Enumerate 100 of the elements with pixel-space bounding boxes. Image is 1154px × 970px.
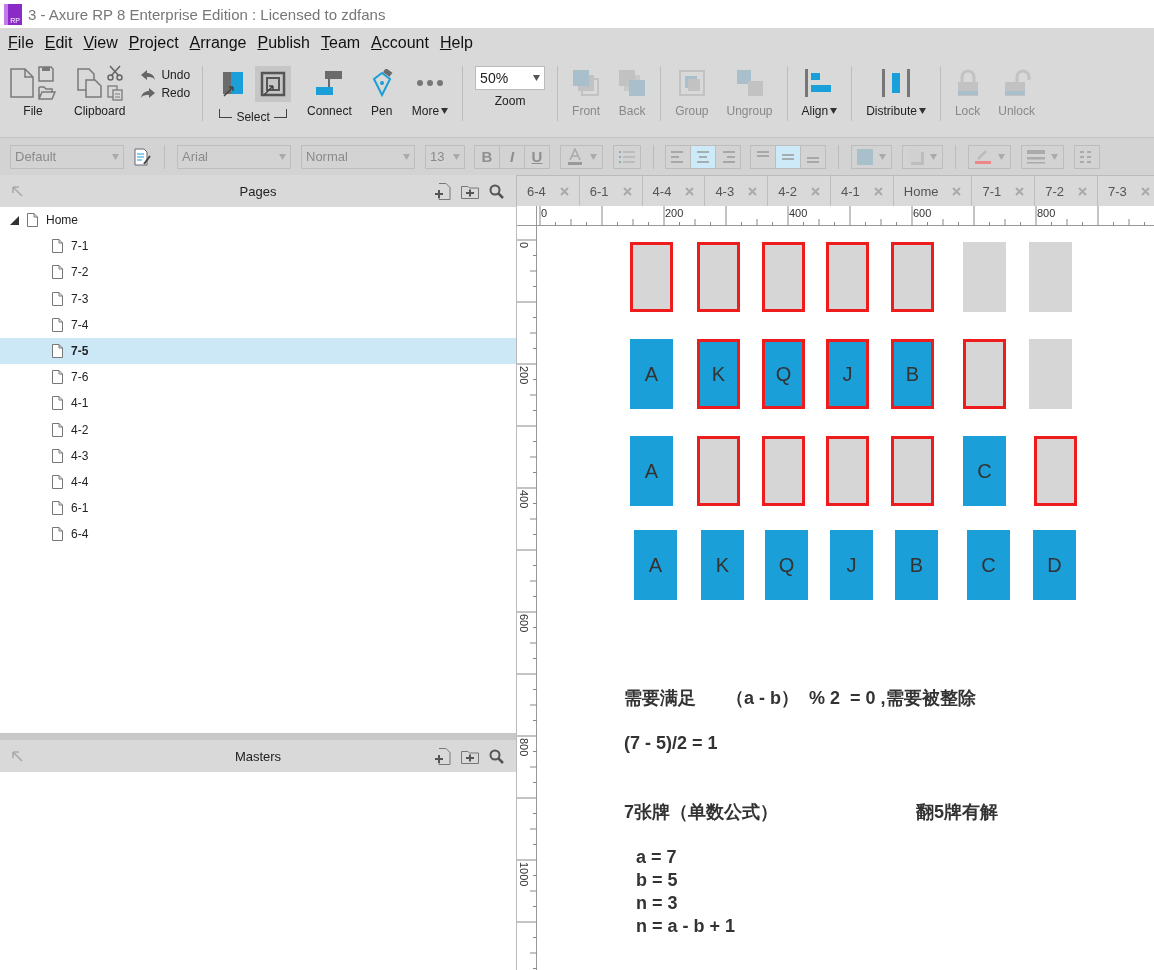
page-tree-item[interactable]: 4-2 [0, 416, 516, 443]
page-tree-item[interactable]: 7-3 [0, 285, 516, 312]
center-align-button[interactable] [690, 144, 716, 169]
menu-item[interactable]: Edit [44, 34, 82, 52]
close-icon[interactable] [685, 186, 695, 196]
redo-arrow-icon [141, 87, 156, 99]
page-icon [52, 317, 63, 332]
add-folder-icon[interactable] [461, 748, 479, 764]
page-icon [52, 239, 63, 254]
collapse-arrow-icon[interactable] [12, 185, 23, 197]
page-tree-item[interactable]: 7-1 [0, 233, 516, 260]
fill-color-button[interactable] [851, 144, 892, 169]
menu-item[interactable]: Arrange [189, 34, 256, 52]
open-folder-icon [38, 86, 56, 100]
ruler-label: 400 [789, 207, 808, 219]
more-button[interactable]: More [409, 66, 451, 118]
page-icon [52, 422, 63, 437]
expand-triangle-icon[interactable] [10, 215, 19, 225]
page-tree-item[interactable]: 7-2 [0, 259, 516, 286]
align-middle-icon [780, 153, 796, 160]
distribute-button[interactable]: Distribute [864, 66, 928, 118]
ruler-label: 0 [541, 207, 548, 219]
close-icon[interactable] [1140, 186, 1150, 196]
distribute-icon [881, 69, 912, 97]
bullet-list-button[interactable] [613, 144, 641, 169]
formula-line: b = 5 [636, 869, 679, 892]
menu-item[interactable]: Account [371, 34, 438, 52]
page-tree-item[interactable]: 4-3 [0, 442, 516, 469]
page-tree-item[interactable]: 6-4 [0, 521, 516, 548]
right-align-button[interactable] [715, 144, 741, 169]
collapse-arrow-icon[interactable] [12, 750, 23, 762]
close-icon[interactable] [1015, 186, 1025, 196]
menu-item[interactable]: Team [321, 34, 370, 52]
search-icon[interactable] [489, 183, 504, 199]
page-name: 4-2 [71, 422, 89, 437]
page-icon [52, 344, 63, 359]
ruler-label: 200 [665, 207, 684, 219]
panel-title: Pages [239, 183, 277, 199]
dashed-lines-icon [1080, 149, 1094, 164]
search-icon[interactable] [489, 748, 504, 764]
note-text: 需要满足 （a - b） % 2 = 0 ,需要被整除 [624, 687, 976, 710]
ruler-label: 800 [518, 738, 530, 757]
page-name: 7-4 [71, 317, 89, 332]
add-folder-icon[interactable] [461, 183, 479, 199]
add-page-icon[interactable] [435, 182, 451, 200]
middle-align-button[interactable] [775, 144, 801, 169]
card: B [891, 339, 934, 409]
text-color-icon [566, 147, 584, 166]
menu-item[interactable]: Project [128, 34, 188, 52]
close-icon[interactable] [873, 186, 883, 196]
menu-item[interactable]: Publish [257, 34, 319, 52]
select-contained-button[interactable] [255, 66, 292, 102]
close-icon[interactable] [622, 186, 632, 196]
card: B [895, 530, 938, 600]
page-tree-item[interactable]: 6-1 [0, 495, 516, 522]
menu-item[interactable]: View [83, 34, 127, 52]
pen-button[interactable]: Pen [367, 66, 396, 118]
menu-item[interactable]: Help [439, 34, 482, 52]
line-weight-button[interactable] [1021, 144, 1064, 169]
file-button[interactable]: File [8, 66, 58, 118]
style-edit-icon[interactable] [134, 147, 152, 166]
page-tree-item[interactable]: Home [0, 207, 516, 234]
close-icon[interactable] [748, 186, 758, 196]
clipboard-button[interactable]: Clipboard [72, 66, 128, 118]
connect-button[interactable]: Connect [305, 66, 354, 118]
page-name: Home [46, 213, 78, 228]
panel-splitter[interactable] [0, 733, 516, 740]
window-title: 3 - Axure RP 8 Enterprise Edition : Licensed to zdfans [28, 5, 386, 23]
align-button[interactable]: Align [799, 66, 840, 118]
close-icon[interactable] [952, 186, 962, 196]
page-tree-item[interactable]: 7-4 [0, 311, 516, 338]
bottom-align-button[interactable] [800, 144, 826, 169]
page-tree-item[interactable]: 7-6 [0, 364, 516, 391]
menu-item[interactable]: File [8, 34, 43, 52]
page-tree-item[interactable]: 4-4 [0, 468, 516, 496]
page-name: 6-1 [71, 501, 89, 516]
line-color-button[interactable] [968, 144, 1011, 169]
line-pattern-button[interactable] [1074, 144, 1100, 169]
group-icon [676, 68, 707, 98]
align-bottom-icon [805, 156, 821, 163]
top-align-button[interactable] [750, 144, 776, 169]
left-align-button[interactable] [665, 144, 691, 169]
page-tree-item[interactable]: 4-1 [0, 390, 516, 417]
caret-icon [590, 153, 597, 160]
undo-button[interactable]: Undo [141, 68, 191, 82]
more-icon [415, 79, 444, 87]
card: Q [762, 339, 805, 409]
add-page-icon[interactable] [435, 747, 451, 765]
close-icon[interactable] [811, 186, 820, 196]
page-tree-item[interactable]: 7-5 [0, 337, 516, 365]
redo-button[interactable]: Redo [141, 86, 191, 100]
shadow-button[interactable] [902, 144, 943, 169]
page-icon [52, 370, 63, 385]
text-color-button[interactable] [560, 144, 603, 169]
close-icon[interactable] [1078, 186, 1088, 196]
caret-icon [403, 153, 410, 160]
undo-arrow-icon [141, 69, 156, 81]
page-icon [52, 265, 63, 280]
zoom-dropdown[interactable]: 50% [475, 66, 546, 90]
close-icon[interactable] [559, 186, 569, 196]
